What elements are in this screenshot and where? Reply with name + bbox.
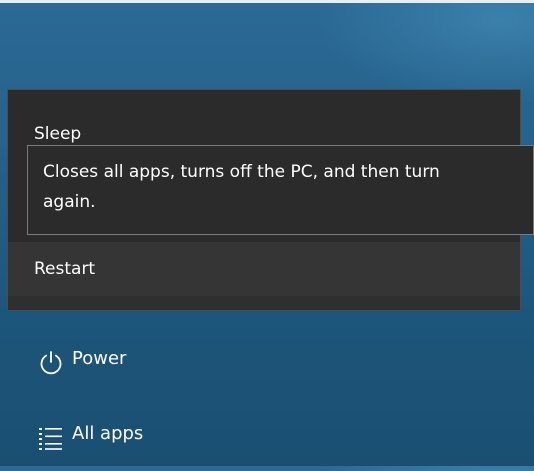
menu-item-restart-label: Restart <box>34 259 96 279</box>
menu-item-restart[interactable]: Restart <box>8 242 520 296</box>
menu-item-sleep-label: Sleep <box>34 124 82 144</box>
all-apps-button[interactable]: All apps <box>0 409 534 459</box>
all-apps-label: All apps <box>72 423 144 444</box>
tooltip-line-2: again. <box>43 192 96 212</box>
power-button[interactable]: Power <box>0 334 534 384</box>
restart-tooltip: Closes all apps, turns off the PC, and t… <box>27 145 534 235</box>
top-edge-strip <box>0 0 534 3</box>
list-icon <box>38 421 64 450</box>
power-label: Power <box>72 348 127 369</box>
tooltip-line-1: Closes all apps, turns off the PC, and t… <box>43 162 440 182</box>
menu-bottom-band <box>8 296 520 310</box>
power-icon <box>38 346 64 375</box>
